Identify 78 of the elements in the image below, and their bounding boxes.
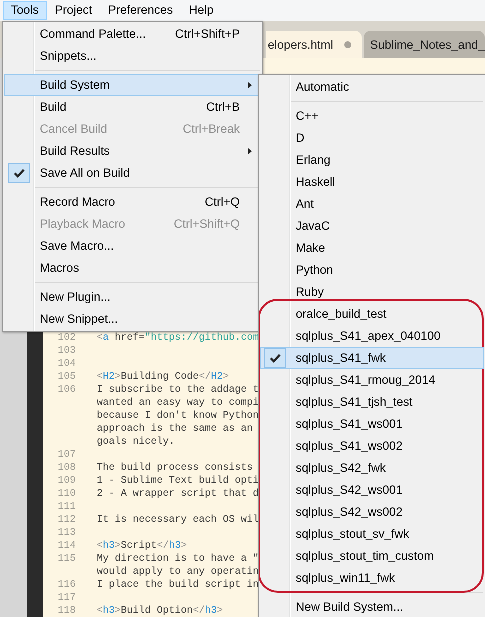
code-line: <H2>Building Code</H2> <box>97 371 230 384</box>
menu-item[interactable]: Command Palette... Ctrl+Shift+P <box>4 23 261 45</box>
line-number: 104 <box>56 358 76 371</box>
code-line: <a href="https://github.com <box>97 332 260 345</box>
menu-item[interactable]: sqlplus_S42_ws002 <box>260 501 484 523</box>
line-number: 111 <box>56 501 76 514</box>
menu-item[interactable]: Save Macro... <box>4 235 261 257</box>
menu-item[interactable]: sqlplus_S42_ws001 <box>260 479 484 501</box>
code-line: because I don't know Python <box>97 410 260 423</box>
code-line: wanted an easy way to compi <box>97 397 260 410</box>
menu-item[interactable]: New Build System... <box>260 596 484 617</box>
menu-item[interactable]: Build Ctrl+B <box>4 96 261 118</box>
menu-item[interactable]: sqlplus_S41_rmoug_2014 <box>260 369 484 391</box>
menu-bar-item[interactable]: Project <box>47 1 100 20</box>
line-number: 112 <box>56 514 76 527</box>
menu-item[interactable]: Automatic <box>260 76 484 98</box>
menu-item[interactable]: C++ <box>260 105 484 127</box>
code-line: goals nicely. <box>97 436 176 449</box>
menu-item[interactable]: Ant <box>260 193 484 215</box>
menu-item[interactable]: Python <box>260 259 484 281</box>
menu-item[interactable]: sqlplus_stout_tim_custom <box>260 545 484 567</box>
menu-item[interactable]: New Snippet... <box>4 308 261 330</box>
line-number: 110 <box>56 488 76 501</box>
line-number: 113 <box>56 527 76 540</box>
menu-bar-item[interactable]: Tools <box>3 1 48 20</box>
menu-item[interactable]: sqlplus_S41_fwk <box>260 347 484 369</box>
menu-bar-item[interactable]: Preferences <box>100 1 182 20</box>
menu-item[interactable]: Record Macro Ctrl+Q <box>4 191 261 213</box>
checkmark-icon <box>8 163 30 183</box>
file-tab[interactable]: elopers.html <box>266 31 362 58</box>
code-line: would apply to any operatin <box>97 566 260 579</box>
menu-item[interactable]: Erlang <box>260 149 484 171</box>
line-number: 109 <box>56 475 76 488</box>
menu-item[interactable]: sqlplus_S41_ws002 <box>260 435 484 457</box>
menu-item[interactable]: sqlplus_S41_apex_040100 <box>260 325 484 347</box>
code-line: 1 - Sublime Text build opti <box>97 475 260 488</box>
file-tab[interactable]: Sublime_Notes_and_ <box>364 31 485 58</box>
menu-item[interactable]: Save All on Build <box>4 162 261 184</box>
menu-item[interactable]: Macros <box>4 257 261 279</box>
menu-item[interactable]: sqlplus_S41_ws001 <box>260 413 484 435</box>
menu-bar-item[interactable]: Help <box>181 1 222 20</box>
line-number: 108 <box>56 462 76 475</box>
submenu-arrow-icon <box>248 82 252 88</box>
menu-item[interactable]: sqlplus_S41_tjsh_test <box>260 391 484 413</box>
menu-item[interactable]: D <box>260 127 484 149</box>
checkmark-icon <box>264 348 286 368</box>
line-number: 103 <box>56 345 76 358</box>
submenu-arrow-icon <box>248 148 252 154</box>
menu-item[interactable]: Make <box>260 237 484 259</box>
line-number: 102 <box>56 332 76 345</box>
line-number: 106 <box>56 384 76 397</box>
line-number: 107 <box>56 449 76 462</box>
code-line: I place the build script in <box>97 579 260 592</box>
code-line: <h3>Build Option</h3> <box>97 605 224 617</box>
menu-item[interactable]: Build System <box>4 74 261 96</box>
code-line: The build process consists <box>97 462 254 475</box>
menu-item[interactable]: Haskell <box>260 171 484 193</box>
menu-item[interactable]: Build Results <box>4 140 261 162</box>
code-line: I subscribe to the addage t <box>97 384 260 397</box>
line-number: 116 <box>56 579 76 592</box>
code-line: approach is the same as an <box>97 423 254 436</box>
menu-item[interactable]: Ruby <box>260 281 484 303</box>
code-line: 2 - A wrapper script that d <box>97 488 260 501</box>
code-line: My direction is to have a " <box>97 553 260 566</box>
line-number: 105 <box>56 371 76 384</box>
line-number: 118 <box>56 605 76 617</box>
menu-item[interactable]: sqlplus_win11_fwk <box>260 567 484 589</box>
line-number: 115 <box>56 553 76 566</box>
menu-item[interactable]: New Plugin... <box>4 286 261 308</box>
line-number: 117 <box>56 592 76 605</box>
menu-item[interactable]: JavaC <box>260 215 484 237</box>
menu-item[interactable]: sqlplus_S42_fwk <box>260 457 484 479</box>
code-line: <h3>Script</h3> <box>97 540 188 553</box>
menu-item[interactable]: Snippets... <box>4 45 261 67</box>
line-number: 114 <box>56 540 76 553</box>
menu-item[interactable]: sqlplus_stout_sv_fwk <box>260 523 484 545</box>
code-line: It is necessary each OS wil <box>97 514 260 527</box>
menu-item[interactable]: oralce_build_test <box>260 303 484 325</box>
